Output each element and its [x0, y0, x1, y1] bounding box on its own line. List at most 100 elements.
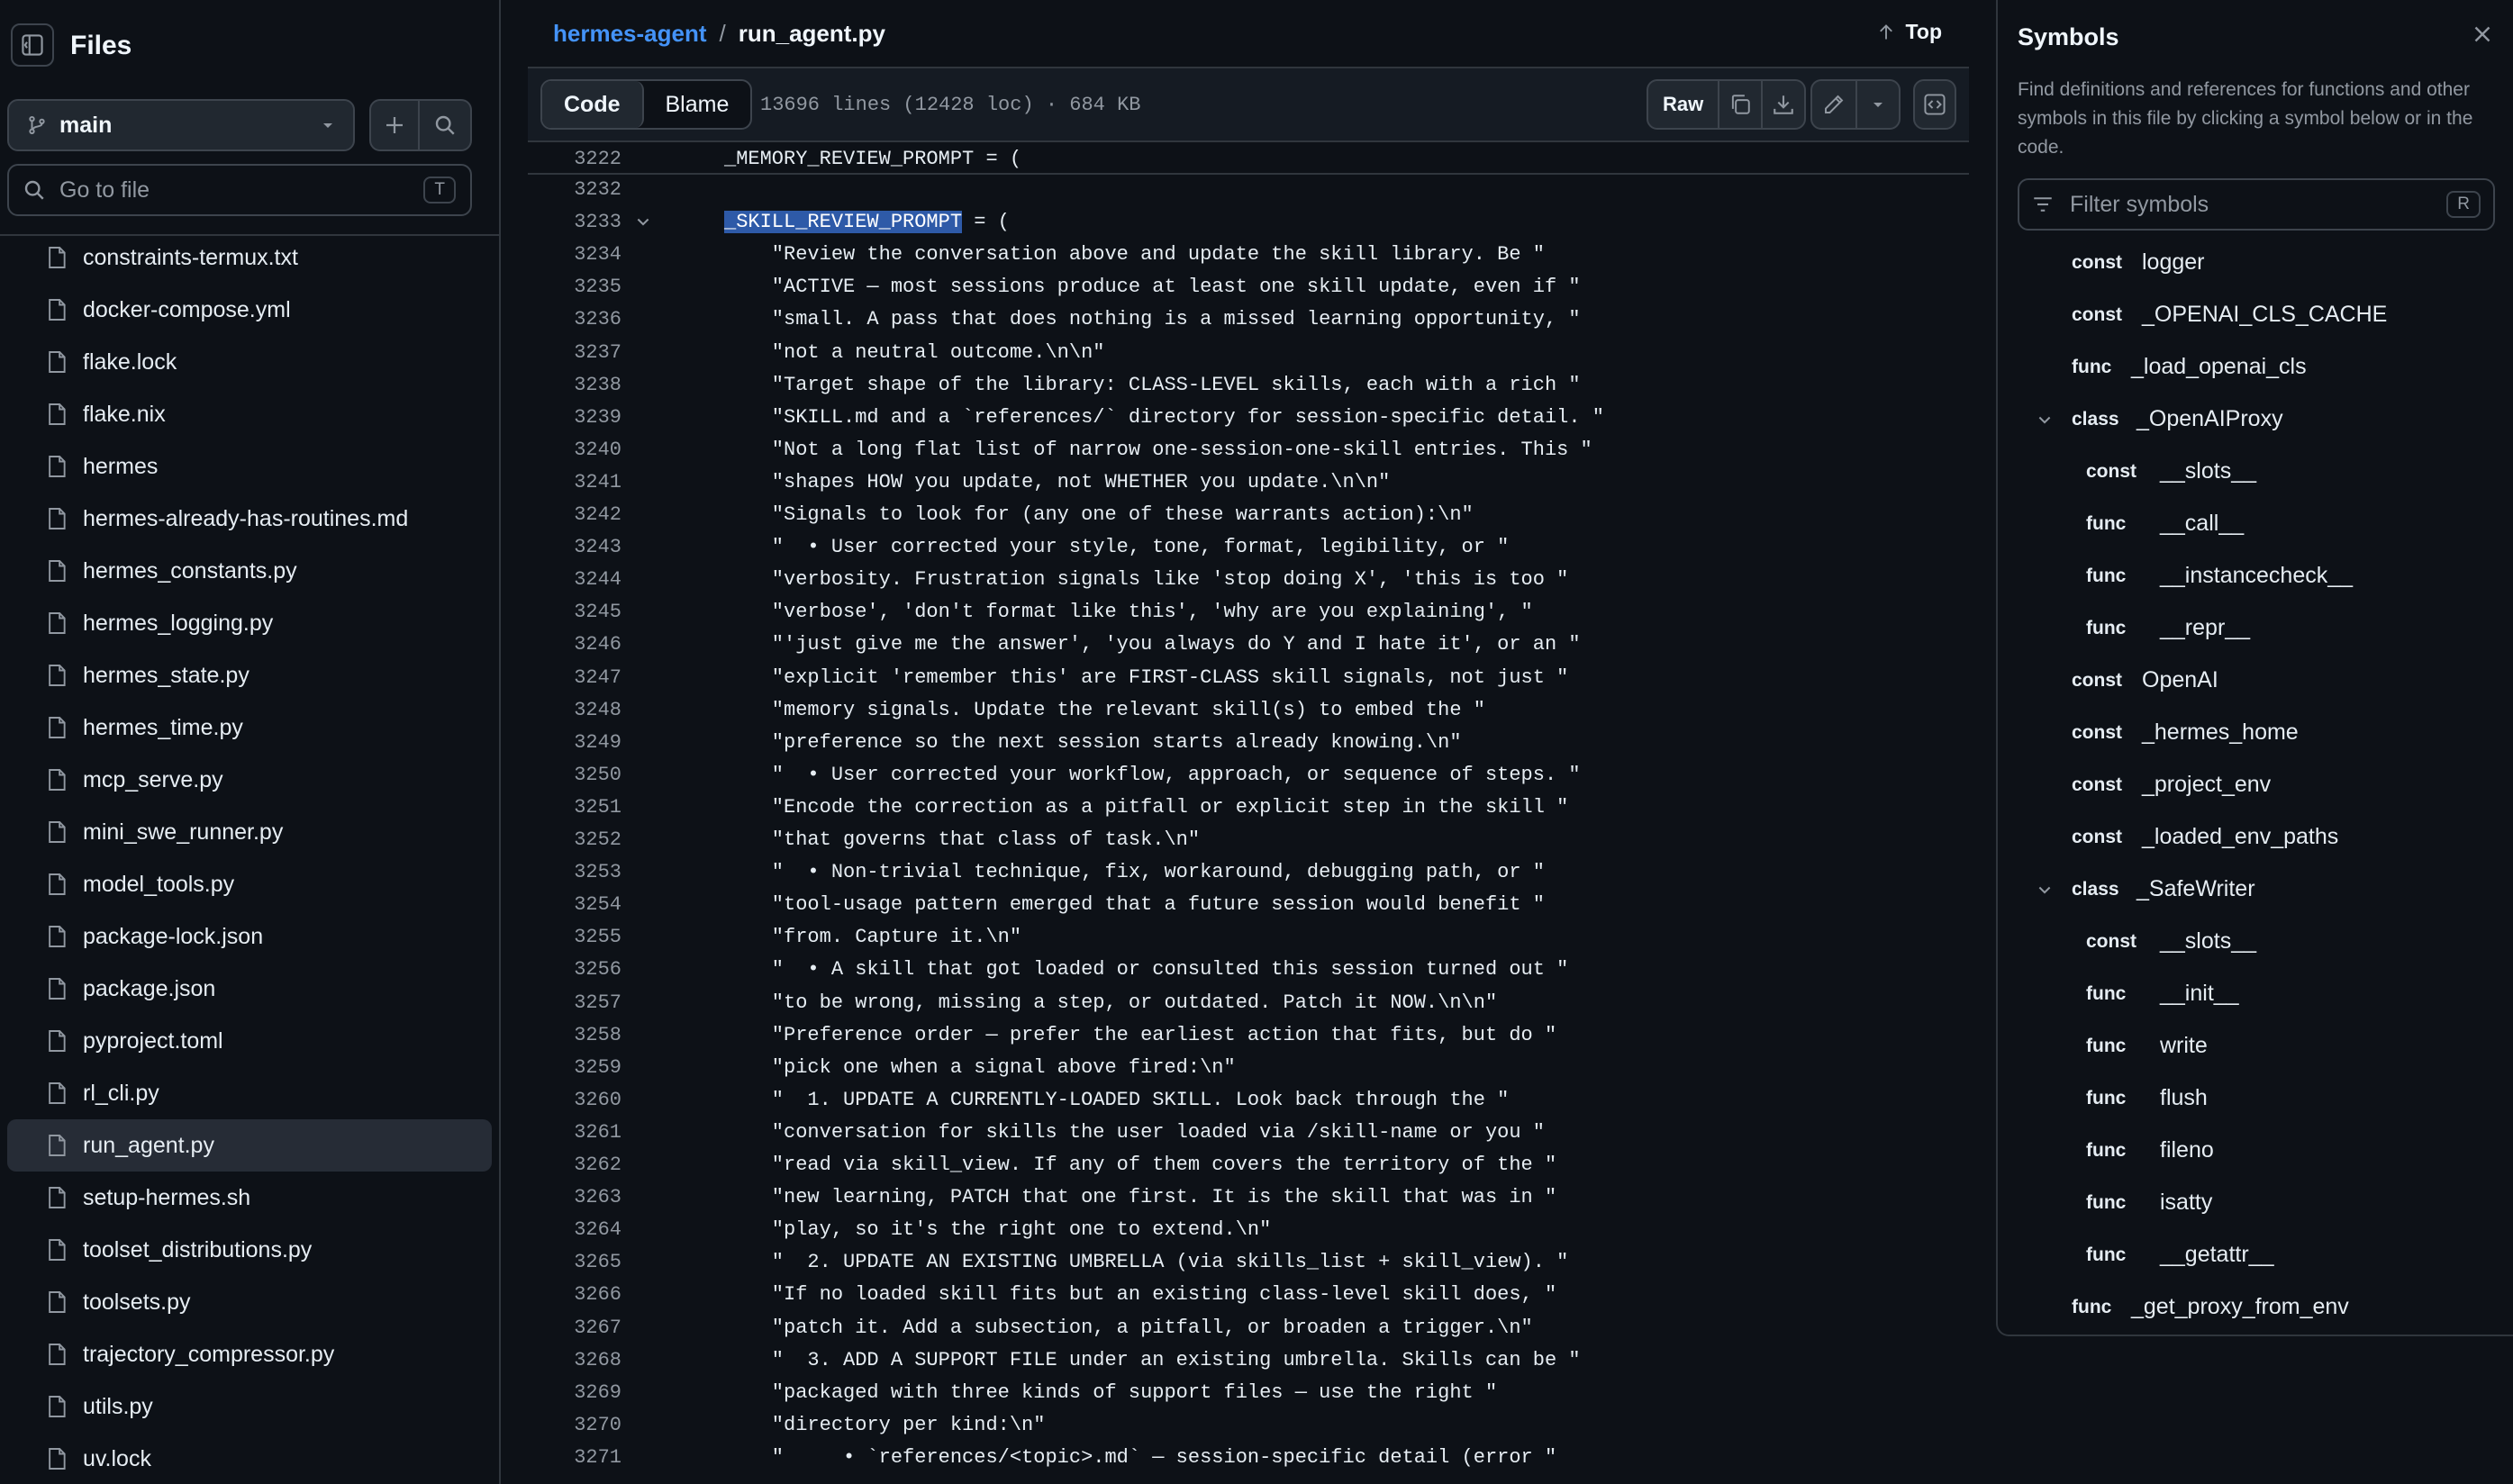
file-tree-item[interactable]: toolset_distributions.py	[7, 1224, 492, 1276]
file-tree-item[interactable]: package.json	[7, 963, 492, 1015]
file-tree-item[interactable]: rl_cli.py	[7, 1067, 492, 1119]
code-line[interactable]: 3238 "Target shape of the library: CLASS…	[528, 368, 1969, 401]
code-line[interactable]: 3251 "Encode the correction as a pitfall…	[528, 791, 1969, 823]
file-tree-item[interactable]: docker-compose.yml	[7, 284, 492, 336]
chevron-down-icon[interactable]	[2036, 411, 2054, 433]
copy-raw-button[interactable]	[1718, 81, 1761, 128]
file-tree-item[interactable]: mini_swe_runner.py	[7, 806, 492, 858]
code-line[interactable]: 3265 " 2. UPDATE AN EXISTING UMBRELLA (v…	[528, 1245, 1969, 1278]
file-tree-item[interactable]: toolsets.py	[7, 1276, 492, 1328]
sticky-scope-line[interactable]: 3222 _MEMORY_REVIEW_PROMPT = (	[528, 142, 1969, 175]
code-line[interactable]: 3258 "Preference order — prefer the earl…	[528, 1018, 1969, 1051]
file-tree-item[interactable]: flake.lock	[7, 336, 492, 388]
symbol-item[interactable]: func __repr__	[1998, 602, 2513, 654]
close-symbols-button[interactable]	[2472, 23, 2493, 45]
symbol-item[interactable]: func __getattr__	[1998, 1228, 2513, 1280]
code-line[interactable]: 3247 "explicit 'remember this' are FIRST…	[528, 661, 1969, 693]
code-line[interactable]: 3235 "ACTIVE — most sessions produce at …	[528, 270, 1969, 303]
file-tree-item[interactable]: run_agent.py	[7, 1119, 492, 1172]
code-line[interactable]: 3255 "from. Capture it.\n"	[528, 920, 1969, 953]
code-line[interactable]: 3269 "packaged with three kinds of suppo…	[528, 1376, 1969, 1408]
code-line[interactable]: 3267 "patch it. Add a subsection, a pitf…	[528, 1311, 1969, 1344]
code-line[interactable]: 3250 " • User corrected your workflow, a…	[528, 758, 1969, 791]
file-tree-item[interactable]: trajectory_compressor.py	[7, 1328, 492, 1380]
code-line[interactable]: 3253 " • Non-trivial technique, fix, wor…	[528, 855, 1969, 888]
code-line[interactable]: 3263 "new learning, PATCH that one first…	[528, 1181, 1969, 1213]
file-tree-item[interactable]: hermes_logging.py	[7, 597, 492, 649]
file-tree-item[interactable]: hermes_state.py	[7, 649, 492, 701]
chevron-down-icon[interactable]	[2036, 881, 2054, 903]
fold-chevron-icon[interactable]	[634, 213, 652, 237]
code-line[interactable]: 3244 "verbosity. Frustration signals lik…	[528, 563, 1969, 595]
breadcrumb-repo-link[interactable]: hermes-agent	[553, 20, 707, 48]
code-line[interactable]: 3242 "Signals to look for (any one of th…	[528, 498, 1969, 530]
code-line[interactable]: 3246 "'just give me the answer', 'you al…	[528, 628, 1969, 660]
symbol-item[interactable]: const logger	[1998, 236, 2513, 288]
file-tree-item[interactable]: hermes-already-has-routines.md	[7, 493, 492, 545]
file-tree-item[interactable]: uv.lock	[7, 1433, 492, 1484]
add-file-button[interactable]	[369, 99, 420, 151]
code-line[interactable]: 3266 "If no loaded skill fits but an exi…	[528, 1278, 1969, 1310]
file-tree-item[interactable]: model_tools.py	[7, 858, 492, 910]
branch-selector[interactable]: main	[7, 99, 355, 151]
symbol-item[interactable]: func write	[1998, 1019, 2513, 1072]
symbol-item[interactable]: func _load_openai_cls	[1998, 340, 2513, 393]
symbol-item[interactable]: func isatty	[1998, 1176, 2513, 1228]
file-tree-item[interactable]: hermes_time.py	[7, 701, 492, 754]
code-line[interactable]: 3239 "SKILL.md and a `references/` direc…	[528, 401, 1969, 433]
code-line[interactable]: 3268 " 3. ADD A SUPPORT FILE under an ex…	[528, 1344, 1969, 1376]
tab-code[interactable]: Code	[542, 81, 644, 128]
code-line[interactable]: 3270 "directory per kind:\n"	[528, 1408, 1969, 1441]
code-line[interactable]: 3262 "read via skill_view. If any of the…	[528, 1148, 1969, 1181]
sidebar-collapse-button[interactable]	[11, 23, 54, 67]
symbols-panel-button[interactable]	[1915, 81, 1955, 128]
tab-blame[interactable]: Blame	[644, 81, 751, 128]
code-line[interactable]: 3260 " 1. UPDATE A CURRENTLY-LOADED SKIL…	[528, 1083, 1969, 1116]
code-line[interactable]: 3243 " • User corrected your style, tone…	[528, 530, 1969, 563]
symbol-item[interactable]: const _loaded_env_paths	[1998, 810, 2513, 863]
symbol-item[interactable]: const __slots__	[1998, 445, 2513, 497]
code-line[interactable]: 3240 "Not a long flat list of narrow one…	[528, 433, 1969, 466]
file-tree-item[interactable]: utils.py	[7, 1380, 492, 1433]
search-repo-button[interactable]	[420, 99, 472, 151]
raw-button[interactable]: Raw	[1648, 81, 1718, 128]
symbol-item[interactable]: const __slots__	[1998, 915, 2513, 967]
selected-symbol[interactable]: _SKILL_REVIEW_PROMPT	[724, 211, 963, 234]
code-line[interactable]: 3261 "conversation for skills the user l…	[528, 1116, 1969, 1148]
code-line[interactable]: 3256 " • A skill that got loaded or cons…	[528, 953, 1969, 985]
symbol-item[interactable]: const _hermes_home	[1998, 706, 2513, 758]
file-tree-item[interactable]: pyproject.toml	[7, 1015, 492, 1067]
symbols-panel-toggle[interactable]	[1913, 79, 1956, 130]
symbol-item[interactable]: const _OPENAI_CLS_CACHE	[1998, 288, 2513, 340]
code-line[interactable]: 3252 "that governs that class of task.\n…	[528, 823, 1969, 855]
edit-file-button[interactable]	[1812, 81, 1855, 128]
code-line[interactable]: 3271 " • `references/<topic>.md` — sessi…	[528, 1441, 1969, 1473]
go-to-file-input[interactable]: Go to file T	[7, 164, 472, 216]
symbol-item[interactable]: func flush	[1998, 1072, 2513, 1124]
top-button[interactable]: Top	[1877, 20, 1942, 44]
file-tree-item[interactable]: hermes_constants.py	[7, 545, 492, 597]
symbol-item[interactable]: func __call__	[1998, 497, 2513, 549]
code-line[interactable]: 3236 "small. A pass that does nothing is…	[528, 303, 1969, 335]
file-tree-item[interactable]: package-lock.json	[7, 910, 492, 963]
code-lines[interactable]: 3232 3233 _SKILL_REVIEW_PROMPT = (3234 "Re…	[528, 173, 1969, 1484]
code-line[interactable]: 3254 "tool-usage pattern emerged that a …	[528, 888, 1969, 920]
symbol-item[interactable]: class _OpenAIProxy	[1998, 393, 2513, 445]
file-tree-item[interactable]: constraints-termux.txt	[7, 231, 492, 284]
code-line[interactable]: 3232	[528, 173, 1969, 205]
file-tree-item[interactable]: flake.nix	[7, 388, 492, 440]
code-line[interactable]: 3241 "shapes HOW you update, not WHETHER…	[528, 466, 1969, 498]
code-line[interactable]: 3248 "memory signals. Update the relevan…	[528, 693, 1969, 726]
symbol-item[interactable]: func __init__	[1998, 967, 2513, 1019]
symbol-item[interactable]: func fileno	[1998, 1124, 2513, 1176]
code-line[interactable]: 3259 "pick one when a signal above fired…	[528, 1051, 1969, 1083]
code-line[interactable]: 3249 "preference so the next session sta…	[528, 726, 1969, 758]
code-line[interactable]: 3264 "play, so it's the right one to ext…	[528, 1213, 1969, 1245]
download-button[interactable]	[1761, 81, 1804, 128]
symbol-item[interactable]: func __instancecheck__	[1998, 549, 2513, 602]
symbol-item[interactable]: const OpenAI	[1998, 654, 2513, 706]
file-tree-item[interactable]: setup-hermes.sh	[7, 1172, 492, 1224]
code-line[interactable]: 3257 "to be wrong, missing a step, or ou…	[528, 986, 1969, 1018]
filter-symbols-input[interactable]: Filter symbols R	[2018, 178, 2495, 231]
code-line[interactable]: 3245 "verbose', 'don't format like this'…	[528, 595, 1969, 628]
